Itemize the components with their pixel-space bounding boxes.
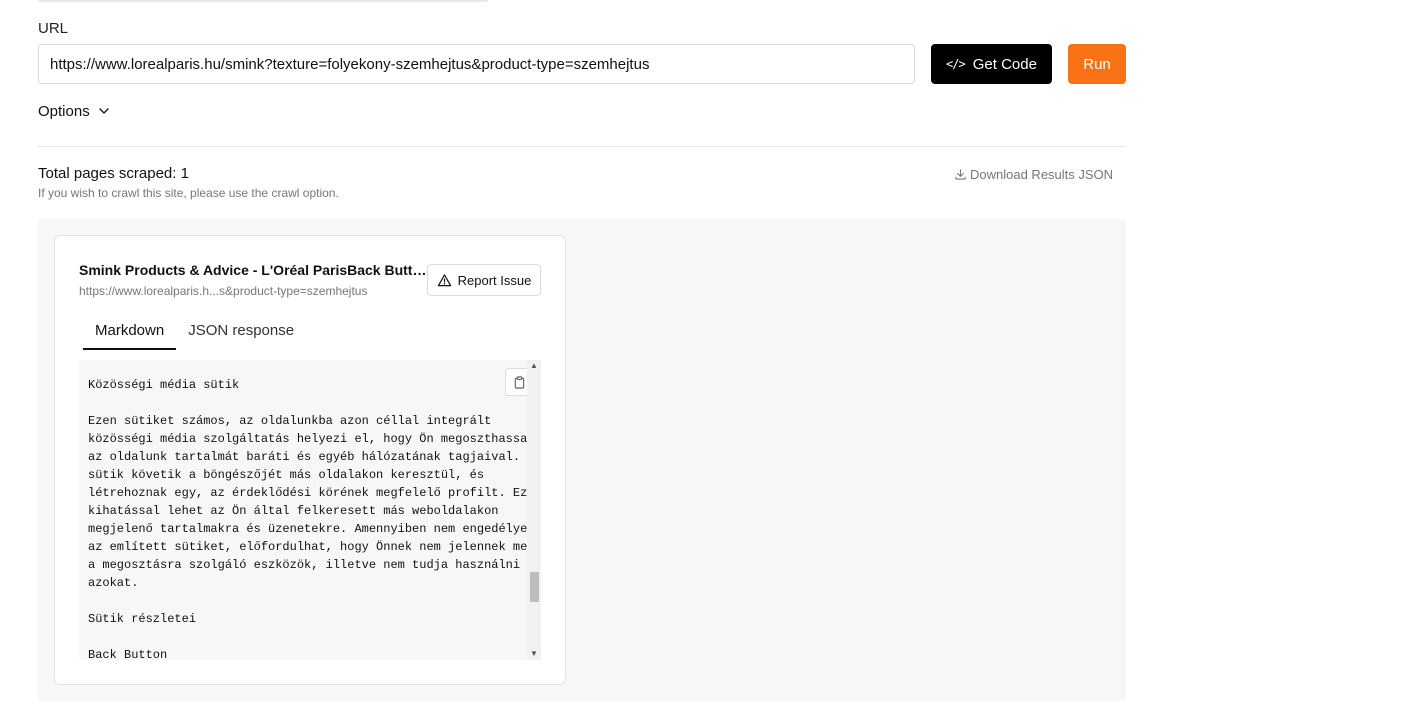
result-title: Smink Products & Advice - L'Oréal ParisB… — [79, 262, 427, 278]
divider — [38, 146, 1126, 147]
report-issue-button[interactable]: Report Issue — [427, 264, 541, 296]
tab-json-response[interactable]: JSON response — [176, 318, 306, 350]
crawl-hint: If you wish to crawl this site, please u… — [38, 186, 339, 200]
download-icon — [955, 168, 966, 180]
get-code-label: Get Code — [972, 55, 1037, 73]
get-code-button[interactable]: </> Get Code — [931, 44, 1052, 84]
options-label: Options — [38, 102, 90, 120]
scroll-up-arrow[interactable]: ▲ — [527, 360, 541, 372]
code-icon: </> — [946, 57, 966, 71]
url-input[interactable] — [38, 44, 915, 84]
total-pages-scraped: Total pages scraped: 1 — [38, 165, 189, 182]
markdown-text: Közösségi média sütik Ezen sütiket számo… — [88, 378, 541, 660]
report-issue-label: Report Issue — [457, 272, 532, 288]
previous-section-edge — [38, 0, 488, 2]
options-toggle[interactable]: Options — [38, 100, 110, 122]
scrollbar[interactable]: ▲ ▼ — [527, 360, 541, 660]
scroll-down-arrow[interactable]: ▼ — [527, 648, 541, 660]
clipboard-icon — [514, 375, 524, 389]
tab-markdown[interactable]: Markdown — [83, 318, 177, 350]
result-url: https://www.lorealparis.h...s&product-ty… — [79, 284, 368, 298]
result-tabs: Markdown JSON response — [83, 318, 306, 350]
warning-icon — [437, 273, 451, 286]
markdown-content: Közösségi média sütik Ezen sütiket számo… — [79, 360, 541, 660]
chevron-down-icon — [98, 108, 109, 114]
download-results-button[interactable]: Download Results JSON — [955, 165, 1113, 183]
result-card: Smink Products & Advice - L'Oréal ParisB… — [54, 235, 566, 685]
download-label: Download Results JSON — [970, 166, 1114, 182]
url-label: URL — [38, 20, 69, 37]
run-button[interactable]: Run — [1068, 44, 1126, 84]
scrollbar-thumb[interactable] — [530, 572, 539, 602]
